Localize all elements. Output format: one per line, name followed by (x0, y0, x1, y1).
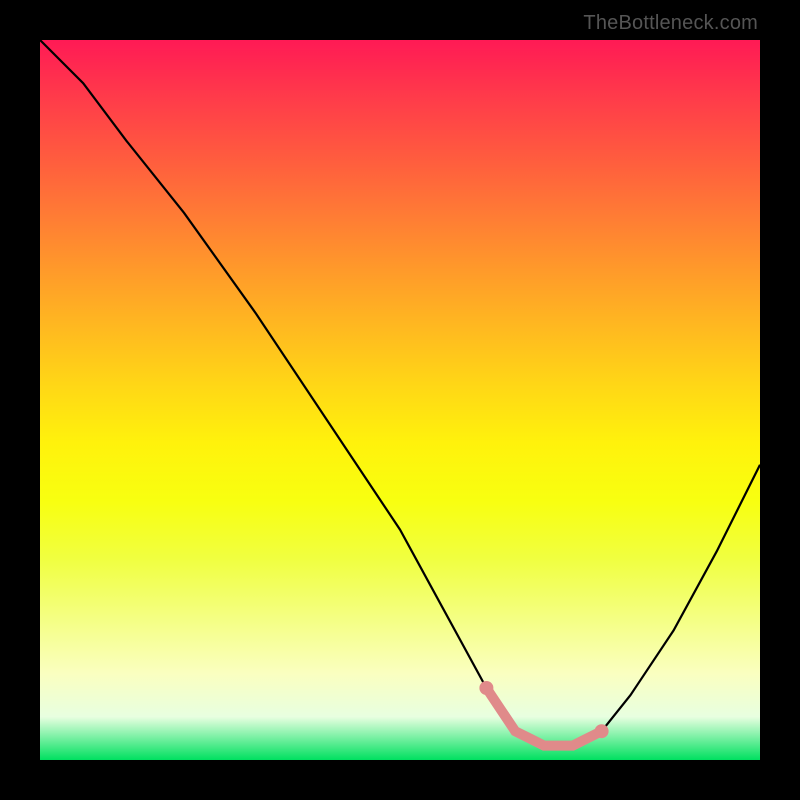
chart-frame: TheBottleneck.com (0, 0, 800, 800)
curve-svg (40, 40, 760, 760)
highlight-dot-right (595, 724, 609, 738)
highlight-bottom-segment (486, 688, 601, 746)
bottleneck-curve (40, 40, 760, 746)
watermark-text: TheBottleneck.com (583, 12, 758, 35)
highlight-dot-left (479, 681, 493, 695)
plot-area (40, 40, 760, 760)
